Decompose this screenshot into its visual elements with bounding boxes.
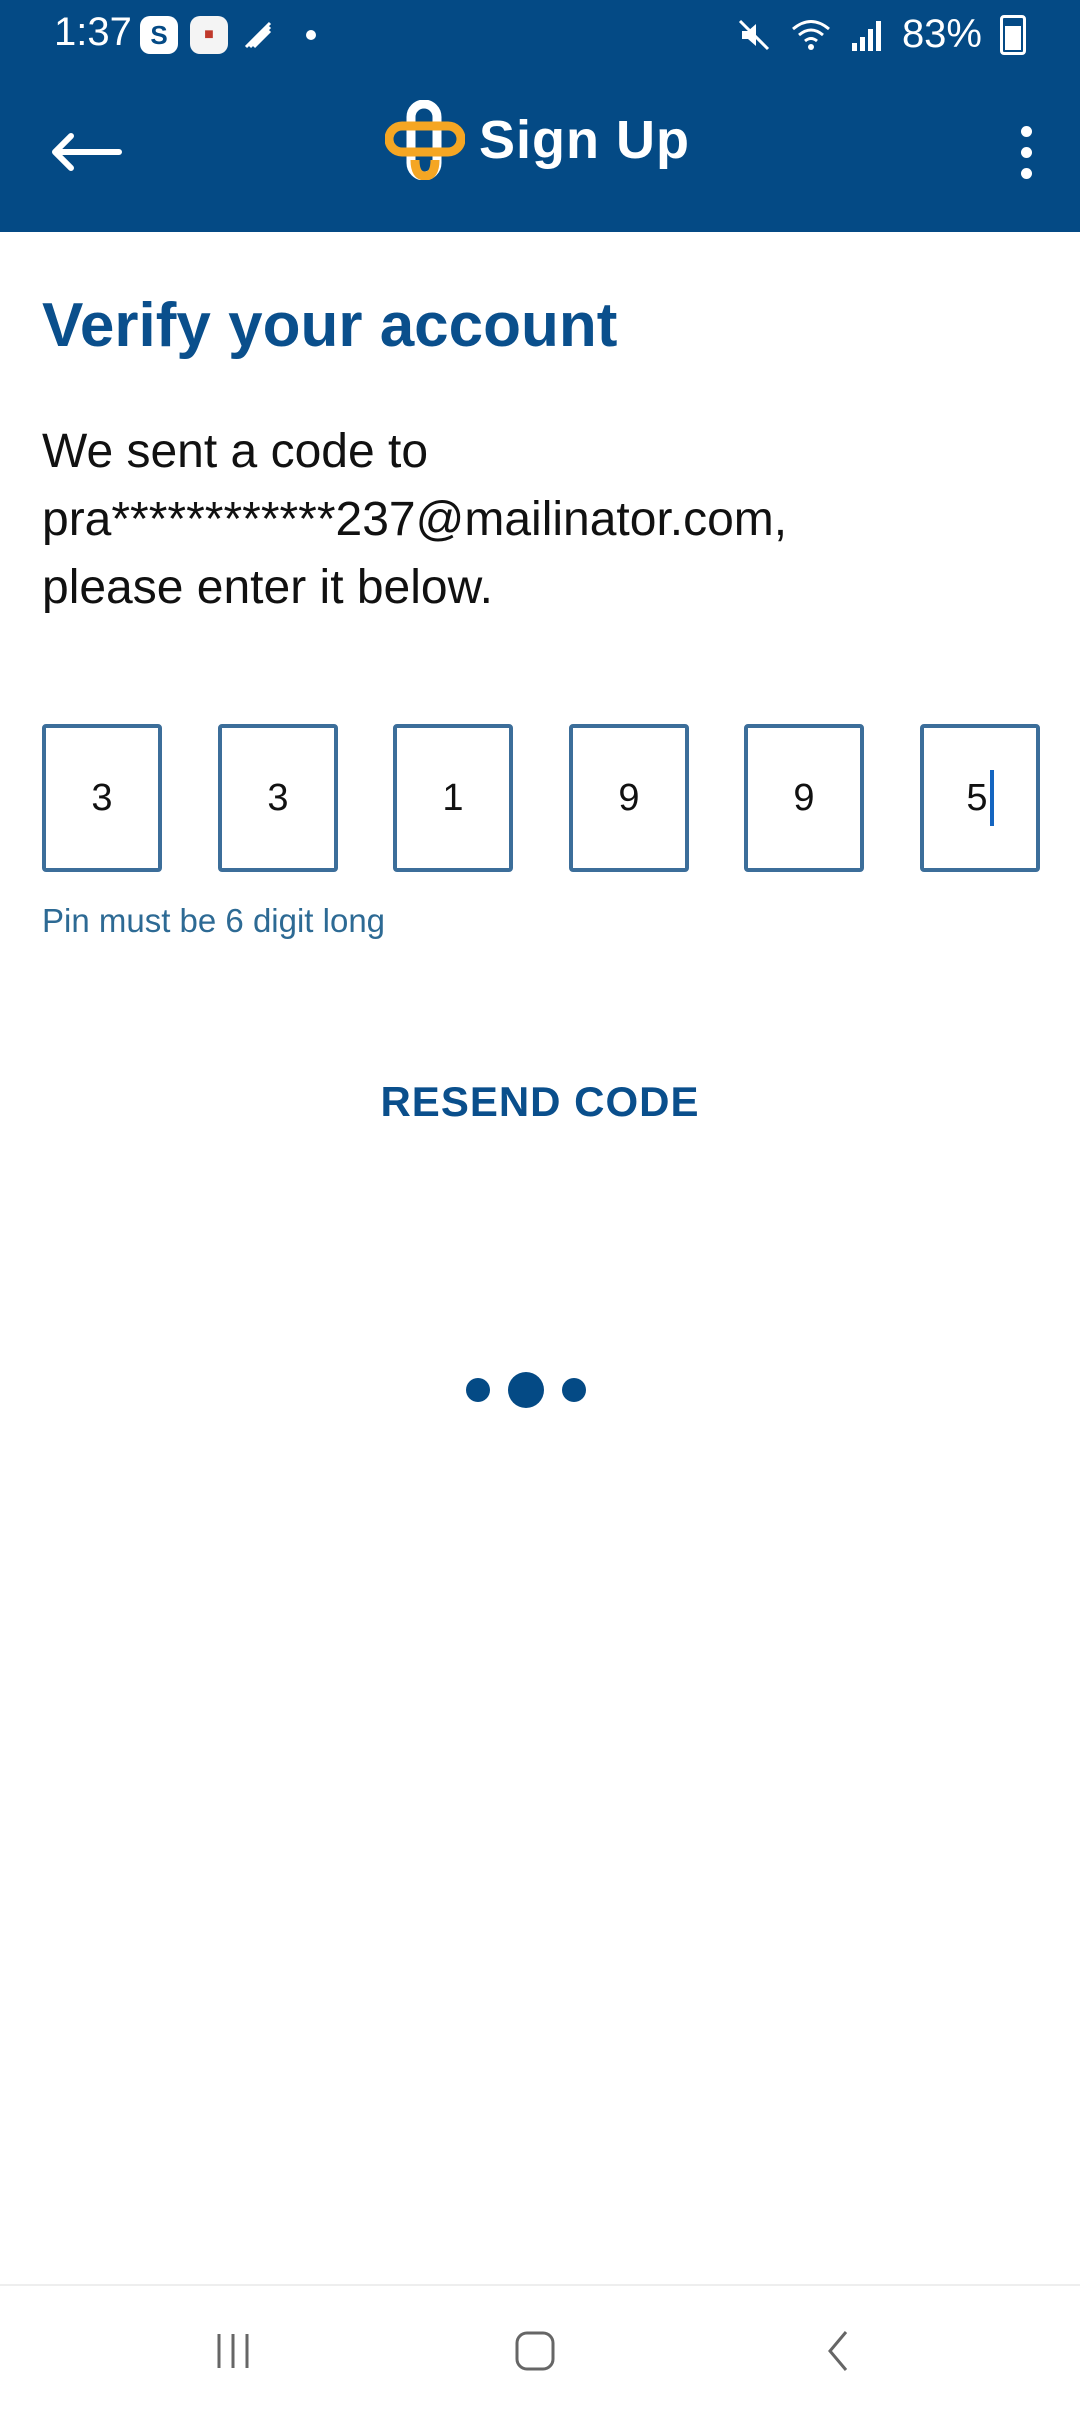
verification-description: We sent a code to pra************237@mai… (42, 418, 1042, 622)
description-line: please enter it below. (42, 561, 493, 614)
signal-icon (851, 20, 881, 51)
arrow-left-icon (52, 133, 122, 171)
home-icon (515, 2331, 555, 2371)
home-button[interactable] (490, 2316, 580, 2386)
pin-digit-3[interactable]: 1 (393, 724, 513, 872)
app-title: Sign Up (479, 110, 690, 170)
app-bar: Sign Up (0, 70, 1080, 232)
more-vert-icon (1020, 125, 1032, 137)
pin-input-group: 3 3 1 9 9 5 (42, 724, 1040, 872)
recents-button[interactable] (188, 2316, 278, 2386)
status-time: 1:37 (54, 10, 132, 54)
description-line: pra************237@mailinator.com, (42, 493, 788, 546)
mute-icon (738, 19, 769, 50)
back-icon (828, 2331, 848, 2371)
app-title-group: Sign Up (385, 100, 690, 180)
pin-digit-5[interactable]: 9 (744, 724, 864, 872)
pin-digit-1[interactable]: 3 (42, 724, 162, 872)
status-bar: 1:37 S ■ 83% (0, 0, 1080, 70)
loading-indicator (466, 1370, 586, 1410)
recents-icon (217, 2334, 249, 2368)
notification-dot (306, 30, 316, 40)
resend-code-button[interactable]: RESEND CODE (0, 1078, 1080, 1126)
loading-dot (508, 1372, 544, 1408)
more-options-button[interactable] (996, 112, 1056, 192)
pin-digit-4[interactable]: 9 (569, 724, 689, 872)
app-logo (385, 100, 465, 180)
page-title: Verify your account (42, 291, 618, 360)
nav-back-button[interactable] (794, 2316, 884, 2386)
loading-dot (562, 1378, 586, 1402)
notification-icons: S ■ (140, 16, 316, 54)
pin-digit-2[interactable]: 3 (218, 724, 338, 872)
battery-percent: 83% (901, 12, 982, 56)
back-button[interactable] (40, 112, 130, 192)
satellite-icon (244, 21, 272, 49)
text-cursor (989, 770, 994, 826)
skype-icon: S (140, 16, 178, 54)
battery-charging-icon (1000, 14, 1026, 55)
description-line: We sent a code to (42, 425, 429, 478)
pin-digit-6[interactable]: 5 (920, 724, 1040, 872)
game-icon: ■ (190, 16, 228, 54)
loading-dot (466, 1378, 490, 1402)
system-nav-bar (0, 2284, 1080, 2410)
wifi-icon (791, 19, 830, 50)
pin-hint: Pin must be 6 digit long (42, 902, 386, 939)
